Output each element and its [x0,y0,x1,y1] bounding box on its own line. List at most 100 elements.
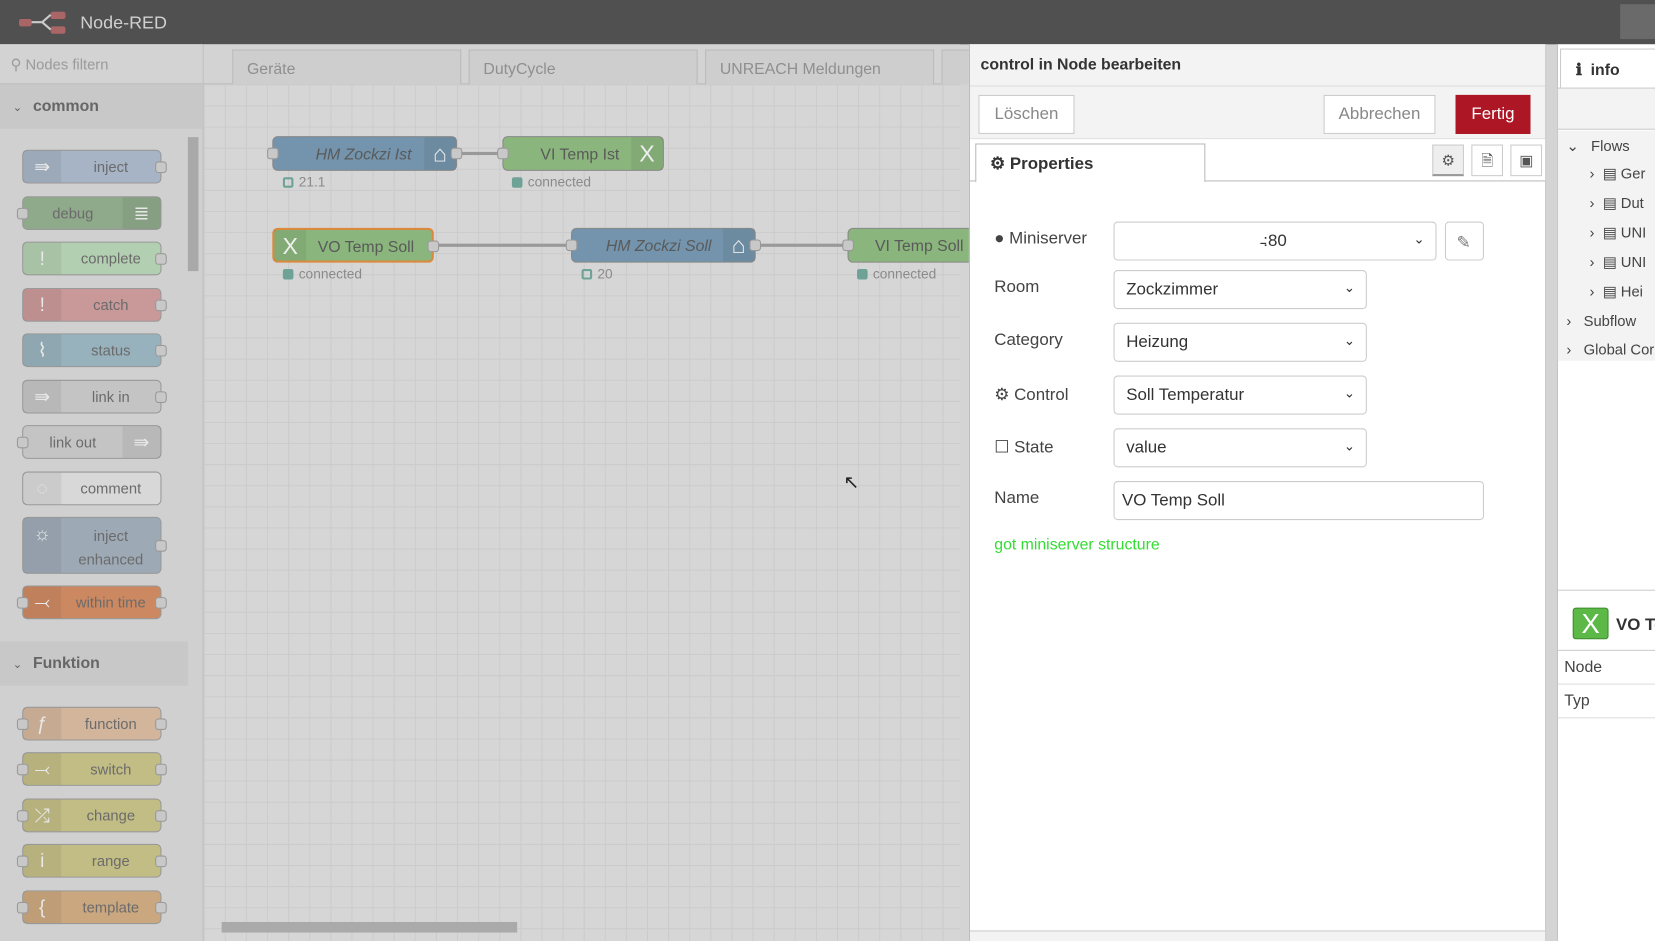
workspace-canvas[interactable]: HM Zockzi Ist ⌂ 21.1 VI Temp Ist X conne… [203,84,1010,941]
category-funktion[interactable]: ⌄ Funktion [0,641,188,686]
palette-node-comment[interactable]: ◌ comment [22,471,162,506]
palette-scrollbar[interactable] [187,137,199,272]
node-type-icon: ⇛ [122,426,161,458]
output-port [155,855,167,868]
settings-tab-button[interactable]: ⚙ [1432,144,1464,177]
palette-node-inject-enhanced[interactable]: ☼ inject enhanced [22,516,167,574]
node-red-logo-icon [18,11,66,34]
header: Node-RED [0,0,1655,45]
prop-typ: Typ [1557,685,1655,719]
palette-node-switch[interactable]: ⤙ switch [16,752,167,786]
name-label: Name [994,489,1040,508]
nodes-filter-input[interactable]: ⚲ Nodes filtern [0,44,203,85]
chevron-down-icon: ⌄ [1343,437,1356,454]
palette-node-complete[interactable]: ! complete [22,241,167,276]
input-port[interactable] [267,147,279,160]
node-type-icon: { [23,891,62,924]
tree-item-subflow[interactable]: › Subflow [1566,312,1636,329]
node-type-icon: ⤙ [23,753,62,785]
sidebar: ℹ info ⌄ Flows › ▤ Ger › ▤ Dut › ▤ UNI ›… [1556,44,1655,941]
palette-node-link-in[interactable]: ⇛ link in [22,379,167,414]
document-icon: 🗎 [1481,151,1494,169]
miniserver-select[interactable]: ̵:80 ⌄ [1113,221,1437,261]
tree-flow[interactable]: › ▤ Hei [1590,283,1643,301]
flow-node-vo-temp-soll[interactable]: X VO Temp Soll [272,227,440,263]
delete-button[interactable]: Löschen [978,94,1075,134]
gears-icon: ⚙ [994,386,1010,405]
gear-icon: ⚙ [1441,151,1455,169]
wire [754,243,848,247]
tree-item-global[interactable]: › Global Cor [1566,341,1654,358]
tab-dutycycle[interactable]: DutyCycle [468,49,698,85]
appearance-tab-button[interactable]: ▣ [1510,144,1543,177]
tab-unreach[interactable]: UNREACH Meldungen [705,49,935,85]
output-port [155,299,167,312]
flow-node-vi-temp-ist[interactable]: VI Temp Ist X [497,136,664,171]
palette-node-change[interactable]: ⤮ change [16,798,167,833]
node-status: 20 [581,266,613,282]
deploy-button[interactable] [1620,4,1655,40]
flow-node-hm-zockzi-soll[interactable]: HM Zockzi Soll ⌂ [565,227,762,263]
description-tab-button[interactable]: 🗎 [1471,144,1504,177]
input-port [16,207,29,220]
tab-geraete[interactable]: Geräte [232,49,462,85]
gear-icon: ⚙ [990,155,1010,174]
state-select[interactable]: value ⌄ [1113,428,1367,468]
selected-node-header: XVO Te [1557,598,1655,651]
control-select[interactable]: Soll Temperatur ⌄ [1113,375,1367,415]
input-port[interactable] [497,147,509,160]
output-port[interactable] [450,147,463,160]
state-label: ☐ State [994,438,1054,457]
flow-node-hm-zockzi-ist[interactable]: HM Zockzi Ist ⌂ [267,136,463,171]
flow-icon: ▤ [1602,194,1617,211]
input-port[interactable] [565,239,578,252]
globe-icon: ● [994,229,1005,248]
chevron-down-icon: ⌄ [1413,231,1425,247]
chevron-down-icon: ⌄ [1343,279,1356,296]
dialog-title: control in Node bearbeiten [969,44,1546,87]
palette-node-range[interactable]: i range [16,843,167,878]
tree-flow[interactable]: › ▤ Ger [1590,165,1646,183]
output-port[interactable] [427,240,440,253]
tree-flow[interactable]: › ▤ Dut [1590,194,1644,212]
done-button[interactable]: Fertig [1455,94,1531,134]
output-port [155,540,167,552]
room-label: Room [994,278,1040,297]
tree-flow[interactable]: › ▤ UNI [1590,253,1647,271]
status-message: got miniserver structure [994,535,1160,554]
palette-node-catch[interactable]: ! catch [22,287,167,322]
palette-node-link-out[interactable]: ⇛ link out [16,425,162,459]
node-type-icon: i [23,844,62,877]
cancel-button[interactable]: Abbrechen [1323,94,1436,134]
tree-flow[interactable]: › ▤ UNI [1590,224,1647,242]
workspace-tabs: Geräte DutyCycle UNREACH Meldungen [203,44,974,85]
palette-node-inject[interactable]: ⇛ inject [22,149,167,184]
room-select[interactable]: Zockzimmer ⌄ [1113,270,1367,310]
output-port[interactable] [749,239,762,252]
palette-node-status[interactable]: ⌇ status [22,333,167,368]
input-port[interactable] [842,239,854,252]
category-select[interactable]: Heizung ⌄ [1113,322,1367,362]
miniserver-label: ● Miniserver [994,229,1088,248]
node-status: 21.1 [282,174,325,190]
chevron-down-icon: ⌄ [1343,385,1356,401]
canvas-scrollbar[interactable] [221,921,518,933]
palette-node-debug[interactable]: ≣ debug [16,196,162,230]
category-common[interactable]: ⌄ common [0,84,203,129]
tab-info[interactable]: ℹ info [1559,48,1655,88]
palette-node-template[interactable]: {template [16,890,167,925]
flow-icon: ▤ [1602,282,1617,300]
palette-node-function[interactable]: ƒ function [16,706,167,741]
palette-node-within-time[interactable]: ⤙ within time [16,585,167,620]
node-type-icon: ◌ [23,472,62,505]
tree-item-flows[interactable]: ⌄ Flows [1566,137,1629,155]
node-type-icon: ƒ [23,707,62,740]
search-icon: ⚲ [10,55,26,73]
name-input[interactable]: VO Temp Soll [1113,481,1485,521]
node-type-icon: ! [23,242,62,275]
output-port [155,161,167,174]
info-icon: ℹ [1575,61,1591,80]
node-type-icon: ! [23,289,62,321]
tab-properties[interactable]: ⚙ Properties [975,143,1206,183]
edit-miniserver-button[interactable]: ✎ [1444,221,1485,261]
